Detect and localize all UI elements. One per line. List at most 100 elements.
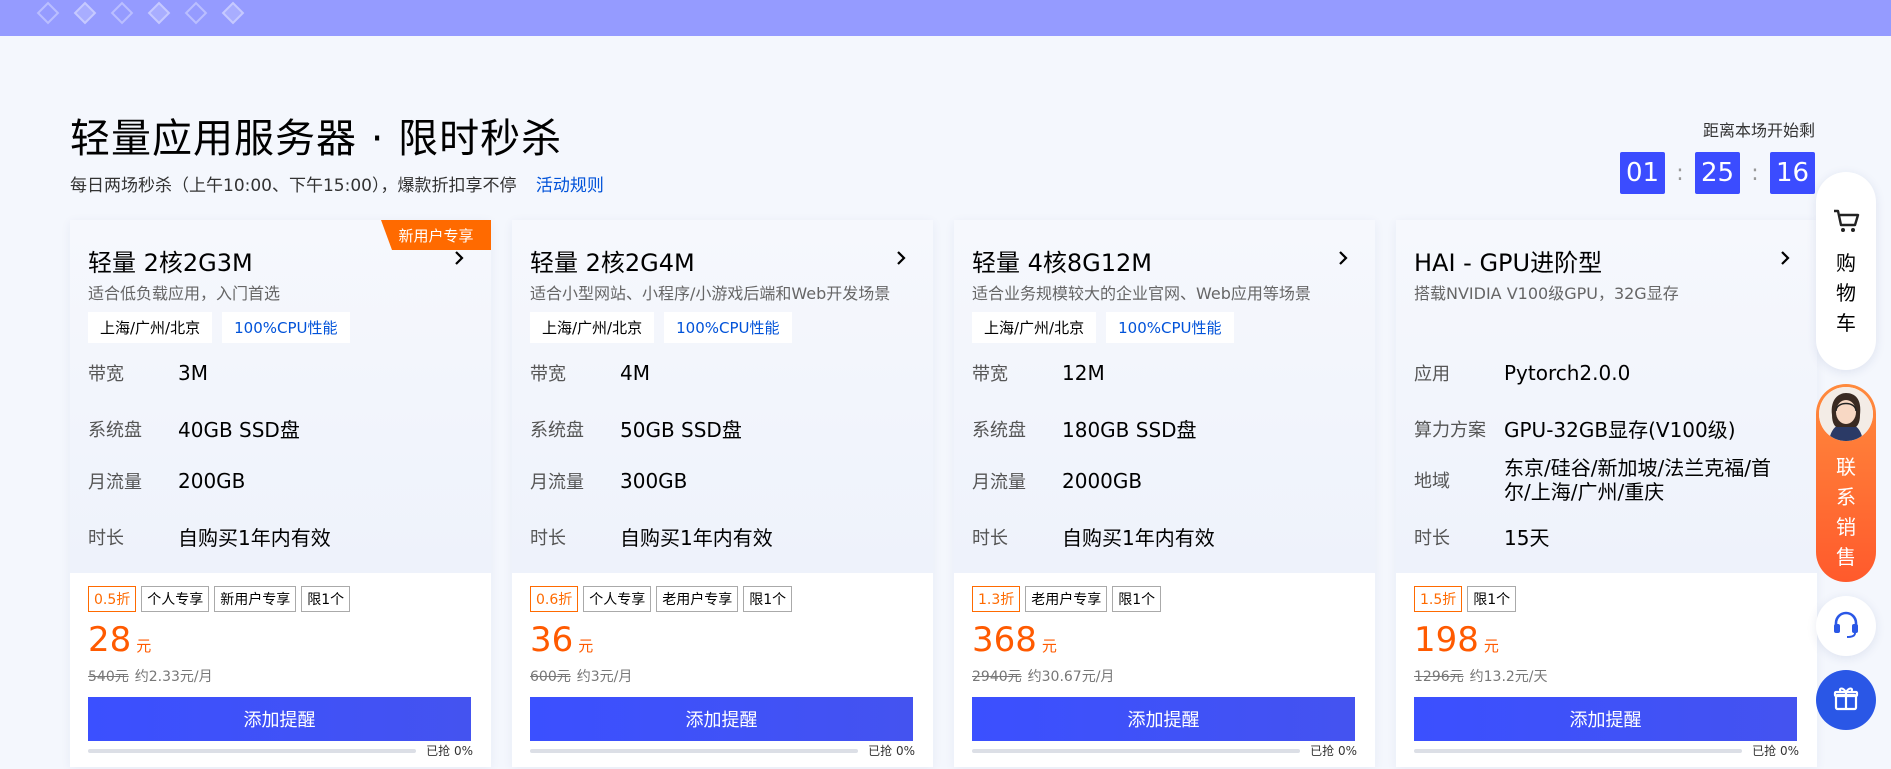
activity-rules-link[interactable]: 活动规则	[536, 176, 604, 196]
sold-progress-bar	[530, 749, 858, 753]
price-per-period: 约30.67元/月	[1027, 669, 1115, 685]
add-reminder-button[interactable]: 添加提醒	[530, 697, 913, 741]
spec-key: 时长	[972, 527, 1008, 549]
spec-value: 40GB SSD盘	[178, 418, 300, 442]
headset-icon	[1831, 609, 1861, 643]
original-price-value: 1296元	[1414, 669, 1464, 685]
gift-icon	[1832, 684, 1860, 716]
product-name[interactable]: 轻量 2核2G4M	[530, 243, 695, 278]
spec-key: 带宽	[530, 364, 566, 385]
spec-row: 算力方案 GPU-32GB显存(V100级)	[1414, 414, 1736, 443]
spec-key: 系统盘	[88, 419, 142, 441]
offer-label: 个人专享	[141, 586, 210, 612]
offer-label: 限1个	[743, 586, 793, 612]
region-tag: 上海/广州/北京	[530, 312, 655, 343]
sold-progress-bar	[972, 749, 1300, 753]
spec-row: 时长 自购买1年内有效	[530, 522, 773, 551]
product-card-3[interactable]: 轻量 4核8G12M 适合业务规模较大的企业官网、Web应用等场景 上海/广州/…	[954, 220, 1375, 767]
price-unit: 元	[578, 637, 594, 655]
offer-label: 老用户专享	[656, 586, 739, 612]
cpu-tag: 100%CPU性能	[1106, 312, 1234, 343]
contact-sales-float-button[interactable]: 联系销售	[1816, 384, 1876, 582]
sold-progress-text: 已抢 0%	[868, 744, 915, 758]
spec-key: 月流量	[530, 472, 584, 493]
spec-row: 月流量 2000GB	[972, 468, 1142, 494]
spec-value: 15天	[1504, 526, 1550, 550]
countdown-minutes: 25	[1695, 152, 1740, 194]
product-description: 适合小型网站、小程序/小游戏后端和Web开发场景	[530, 284, 891, 303]
sales-avatar	[1819, 387, 1873, 441]
chevron-right-icon[interactable]	[1333, 248, 1353, 268]
spec-key: 应用	[1414, 364, 1450, 385]
price: 36 元	[530, 620, 593, 660]
spec-value: 2000GB	[1062, 469, 1143, 493]
diamond-decoration	[184, 1, 208, 25]
product-tags: 上海/广州/北京 100%CPU性能	[972, 312, 1234, 343]
sold-progress-bar	[88, 749, 416, 753]
price-unit: 元	[1483, 637, 1499, 655]
top-banner	[0, 0, 1891, 36]
countdown-label: 距离本场开始剩	[1702, 121, 1815, 140]
chevron-right-icon[interactable]	[1775, 248, 1795, 268]
offer-labels: 1.3折 老用户专享 限1个	[972, 586, 1162, 612]
spec-value: 自购买1年内有效	[620, 526, 773, 550]
spec-row: 带宽 3M	[88, 360, 208, 386]
add-reminder-button[interactable]: 添加提醒	[88, 697, 471, 741]
offer-labels: 0.6折 个人专享 老用户专享 限1个	[530, 586, 793, 612]
price: 368 元	[972, 620, 1057, 660]
spec-row: 系统盘 50GB SSD盘	[530, 414, 742, 443]
offer-label: 限1个	[301, 586, 351, 612]
offer-label: 老用户专享	[1025, 586, 1108, 612]
region-tag: 上海/广州/北京	[972, 312, 1097, 343]
chevron-right-icon[interactable]	[891, 248, 911, 268]
original-price: 600元 约3元/月	[530, 666, 632, 686]
spec-row: 地域 东京/硅谷/新加坡/法兰克福/首尔/上海/广州/重庆	[1414, 456, 1784, 504]
spec-key: 时长	[530, 527, 566, 549]
sold-progress-bar	[1414, 749, 1742, 753]
price-value: 36	[530, 620, 574, 660]
offer-label: 限1个	[1112, 586, 1162, 612]
original-price: 1296元 约13.2元/天	[1414, 666, 1548, 686]
add-reminder-button[interactable]: 添加提醒	[1414, 697, 1797, 741]
price-unit: 元	[136, 637, 152, 655]
contact-sales-label: 联系销售	[1816, 452, 1876, 572]
add-reminder-button[interactable]: 添加提醒	[972, 697, 1355, 741]
original-price-value: 2940元	[972, 669, 1022, 685]
product-name[interactable]: 轻量 2核2G3M	[88, 243, 253, 278]
diamond-decoration	[73, 1, 97, 25]
spec-key: 系统盘	[972, 419, 1026, 441]
product-card-2[interactable]: 轻量 2核2G4M 适合小型网站、小程序/小游戏后端和Web开发场景 上海/广州…	[512, 220, 933, 767]
product-card-1[interactable]: 新用户专享 轻量 2核2G3M 适合低负载应用，入门首选 上海/广州/北京 100…	[70, 220, 491, 767]
spec-value: 12M	[1062, 361, 1105, 385]
offer-label: 新用户专享	[214, 586, 297, 612]
spec-value: Pytorch2.0.0	[1504, 361, 1631, 385]
sold-progress-text: 已抢 0%	[1752, 744, 1799, 758]
product-name[interactable]: 轻量 4核8G12M	[972, 243, 1152, 278]
spec-key: 月流量	[88, 472, 142, 493]
product-description: 适合业务规模较大的企业官网、Web应用等场景	[972, 284, 1311, 303]
product-name[interactable]: HAI - GPU进阶型	[1414, 243, 1602, 278]
price-per-period: 约13.2元/天	[1469, 669, 1548, 685]
spec-key: 月流量	[972, 472, 1026, 493]
cart-label: 购物车	[1816, 248, 1876, 338]
spec-value: 东京/硅谷/新加坡/法兰克福/首尔/上海/广州/重庆	[1504, 456, 1771, 504]
discount-badge: 1.5折	[1414, 586, 1463, 612]
page-subtitle: 每日两场秒杀（上午10:00、下午15:00），爆款折扣享不停 活动规则	[70, 171, 604, 196]
new-user-ribbon: 新用户专享	[381, 220, 491, 250]
cart-float-button[interactable]: 购物车	[1816, 172, 1876, 370]
offer-labels: 0.5折 个人专享 新用户专享 限1个	[88, 586, 351, 612]
cart-label-text: 购物车	[1836, 251, 1856, 335]
chevron-right-icon[interactable]	[449, 248, 469, 268]
original-price: 540元 约2.33元/月	[88, 666, 213, 686]
diamond-decoration	[110, 1, 134, 25]
spec-key: 算力方案	[1414, 419, 1486, 441]
cpu-tag: 100%CPU性能	[222, 312, 350, 343]
gift-button[interactable]	[1816, 670, 1876, 730]
spec-key: 带宽	[972, 364, 1008, 385]
countdown-separator: :	[1676, 160, 1684, 186]
sold-progress-text: 已抢 0%	[426, 744, 473, 758]
price: 28 元	[88, 620, 151, 660]
product-card-4[interactable]: HAI - GPU进阶型 搭载NVIDIA V100级GPU，32G显存 应用 P…	[1396, 220, 1817, 767]
customer-support-button[interactable]	[1816, 596, 1876, 656]
countdown-timer: 01 : 25 : 16	[1620, 152, 1815, 194]
